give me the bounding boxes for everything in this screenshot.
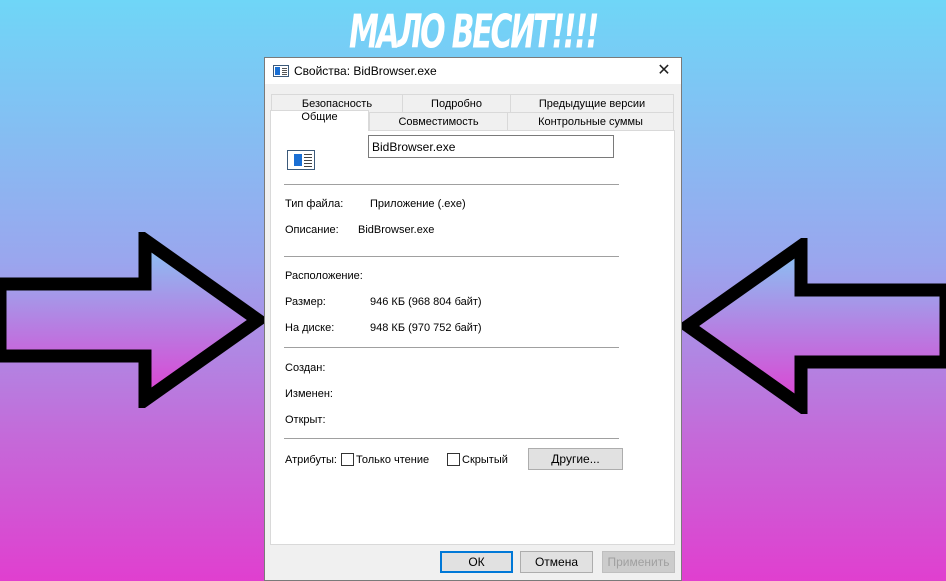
size-value: 946 КБ (968 804 байт) xyxy=(370,296,482,308)
location-label: Расположение: xyxy=(285,270,363,282)
disk-size-value: 948 КБ (970 752 байт) xyxy=(370,322,482,334)
general-panel xyxy=(270,130,675,545)
disk-size-label: На диске: xyxy=(285,322,335,334)
filename-field[interactable] xyxy=(368,135,614,158)
window-title: Свойства: BidBrowser.exe xyxy=(294,64,437,78)
description-label: Описание: xyxy=(285,224,339,236)
tab-general[interactable]: Общие xyxy=(270,110,369,131)
attributes-label: Атрибуты: xyxy=(285,454,337,466)
left-arrow-icon xyxy=(676,238,946,414)
divider xyxy=(284,184,619,185)
file-type-label: Тип файла: xyxy=(285,198,344,210)
divider xyxy=(284,347,619,348)
file-type-value: Приложение (.exe) xyxy=(370,198,466,210)
readonly-checkbox[interactable] xyxy=(341,453,354,466)
close-button[interactable]: ✕ xyxy=(647,58,681,84)
hidden-label: Скрытый xyxy=(462,454,508,466)
size-label: Размер: xyxy=(285,296,326,308)
file-icon xyxy=(287,150,315,170)
apply-button[interactable]: Применить xyxy=(602,551,675,573)
divider xyxy=(284,438,619,439)
readonly-label: Только чтение xyxy=(356,454,430,466)
modified-label: Изменен: xyxy=(285,388,333,400)
ok-button[interactable]: ОК xyxy=(440,551,513,573)
tab-previous-versions[interactable]: Предыдущие версии xyxy=(510,94,674,112)
opened-label: Открыт: xyxy=(285,414,326,426)
created-label: Создан: xyxy=(285,362,326,374)
tab-compatibility[interactable]: Совместимость xyxy=(369,112,508,131)
tab-checksums[interactable]: Контрольные суммы xyxy=(507,112,674,131)
application-icon xyxy=(273,65,289,77)
other-attributes-button[interactable]: Другие... xyxy=(528,448,623,470)
tab-details[interactable]: Подробно xyxy=(402,94,511,112)
hidden-checkbox[interactable] xyxy=(447,453,460,466)
divider xyxy=(284,256,619,257)
title-bar: Свойства: BidBrowser.exe ✕ xyxy=(265,58,681,84)
cancel-button[interactable]: Отмена xyxy=(520,551,593,573)
properties-dialog: Свойства: BidBrowser.exe ✕ Безопасность … xyxy=(264,57,682,581)
description-value: BidBrowser.exe xyxy=(358,224,435,236)
banner-title: МАЛО ВЕСИТ!!!! xyxy=(348,6,599,59)
right-arrow-icon xyxy=(0,232,270,408)
